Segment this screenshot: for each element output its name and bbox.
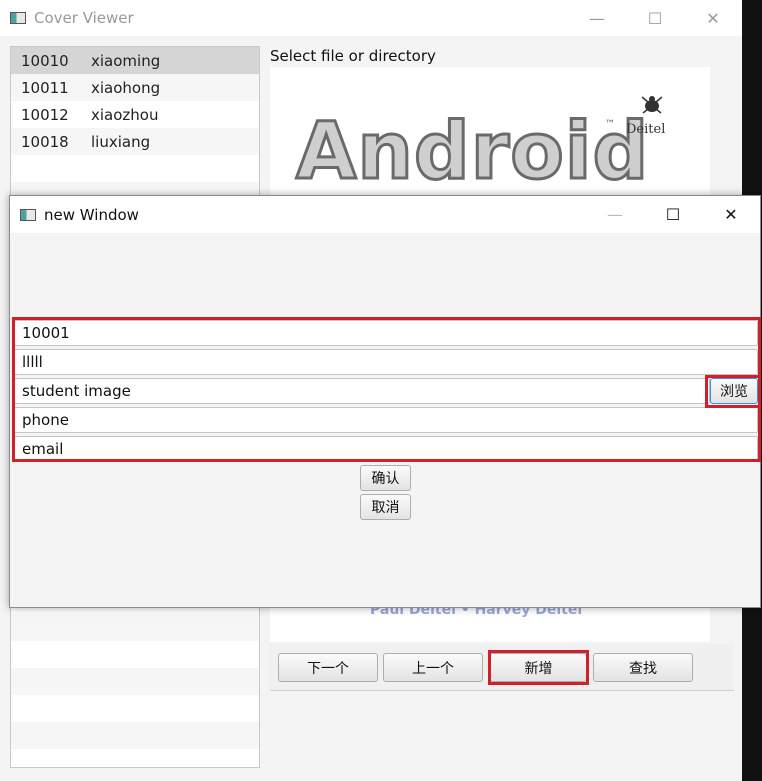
browse-button[interactable]: 浏览 bbox=[710, 378, 758, 404]
prev-button[interactable]: 上一个 bbox=[383, 653, 483, 682]
student-id: 10018 bbox=[21, 132, 69, 151]
student-name: xiaozhou bbox=[91, 105, 159, 124]
confirm-button[interactable]: 确认 bbox=[360, 465, 411, 491]
trademark: ™ bbox=[605, 119, 615, 130]
list-item[interactable]: 10010 xiaoming bbox=[11, 47, 259, 74]
list-item[interactable]: 10012 xiaozhou bbox=[11, 101, 259, 128]
empty-row bbox=[11, 614, 259, 641]
app-icon bbox=[20, 208, 36, 221]
deitel-brand: Deitel bbox=[626, 122, 666, 137]
minimize-button[interactable]: — bbox=[586, 196, 644, 232]
list-item[interactable]: 10011 xiaohong bbox=[11, 74, 259, 101]
student-name: xiaoming bbox=[91, 51, 161, 70]
minimize-button[interactable]: — bbox=[568, 0, 626, 36]
maximize-button[interactable]: ☐ bbox=[626, 0, 684, 36]
empty-row bbox=[11, 722, 259, 749]
name-field[interactable]: lllll bbox=[14, 349, 758, 375]
empty-row bbox=[11, 155, 259, 182]
student-id: 10010 bbox=[21, 51, 69, 70]
android-logo-text: Android bbox=[294, 106, 650, 199]
email-field[interactable]: email bbox=[14, 436, 758, 462]
id-field[interactable]: 10001 bbox=[14, 320, 758, 346]
add-button[interactable]: 新增 bbox=[490, 653, 587, 682]
empty-row bbox=[11, 668, 259, 695]
dialog-titlebar: new Window — ☐ ✕ bbox=[10, 196, 760, 233]
image-field[interactable]: student image bbox=[14, 378, 710, 404]
next-button[interactable]: 下一个 bbox=[278, 653, 378, 682]
select-hint: Select file or directory bbox=[270, 47, 436, 65]
phone-field[interactable]: phone bbox=[14, 407, 758, 433]
student-name: liuxiang bbox=[91, 132, 151, 151]
window-title: Cover Viewer bbox=[34, 9, 134, 27]
app-icon bbox=[10, 12, 26, 24]
close-button[interactable]: ✕ bbox=[684, 0, 742, 36]
close-button[interactable]: ✕ bbox=[702, 196, 760, 232]
maximize-button[interactable]: ☐ bbox=[644, 196, 702, 232]
student-id: 10012 bbox=[21, 105, 69, 124]
student-name: xiaohong bbox=[91, 78, 161, 97]
empty-row bbox=[11, 641, 259, 668]
find-button[interactable]: 查找 bbox=[593, 653, 693, 682]
main-titlebar: Cover Viewer — ☐ ✕ bbox=[0, 0, 742, 36]
cancel-button[interactable]: 取消 bbox=[360, 494, 411, 520]
new-window-dialog: new Window — ☐ ✕ 10001 lllll student ima… bbox=[9, 195, 761, 608]
student-id: 10011 bbox=[21, 78, 69, 97]
empty-row bbox=[11, 695, 259, 722]
dialog-title: new Window bbox=[44, 205, 139, 224]
list-item[interactable]: 10018 liuxiang bbox=[11, 128, 259, 155]
